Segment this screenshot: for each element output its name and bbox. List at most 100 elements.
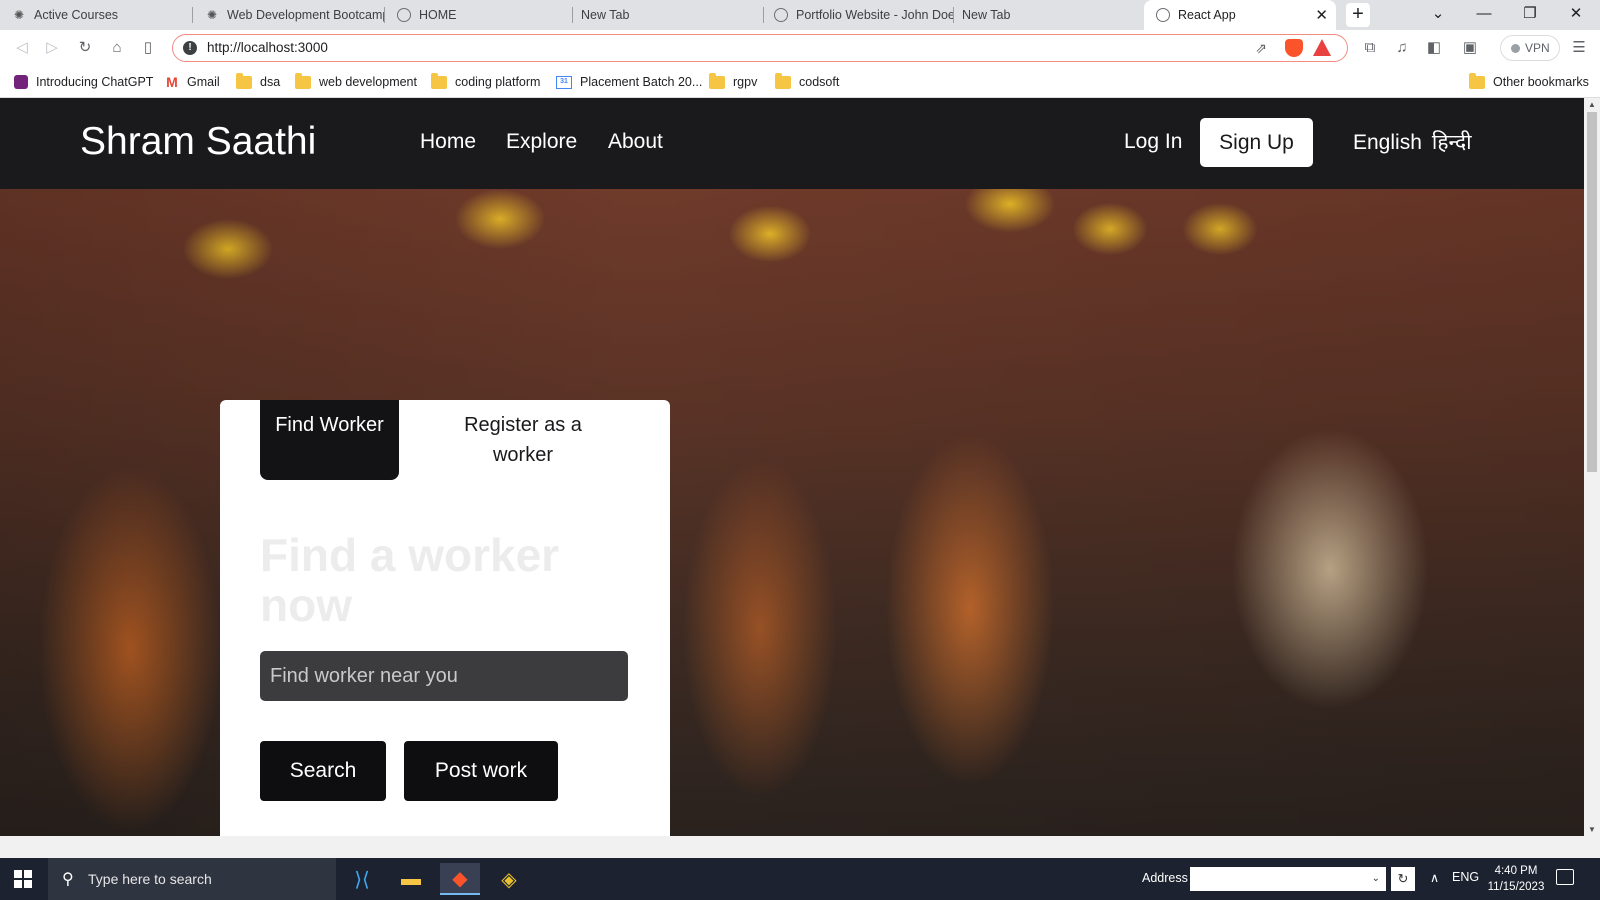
taskbar-search-placeholder: Type here to search [88,871,212,887]
post-work-button[interactable]: Post work [404,741,558,801]
folder-icon [295,72,311,89]
home-icon[interactable]: ⌂ [107,38,127,58]
bookmark-icon[interactable]: ▯ [138,38,158,58]
reload-icon[interactable]: ↻ [75,38,95,58]
gmail-icon: M [166,74,178,90]
browser-tab[interactable]: New Tab [573,0,764,30]
bookmark-item[interactable]: 31 Placement Batch 20... [556,66,702,98]
globe-icon [1156,8,1170,22]
tab-find-worker[interactable]: Find Worker [260,400,399,480]
bookmark-label: dsa [260,75,281,89]
chatgpt-icon [14,75,28,89]
nav-link-explore[interactable]: Explore [506,130,577,154]
tab-label: Portfolio Website - John Doe [796,8,954,22]
language-switcher: English हिन्दी [1353,128,1482,156]
login-link[interactable]: Log In [1124,130,1182,154]
brave-rewards-icon[interactable] [1313,39,1331,56]
search-button[interactable]: Search [260,741,386,801]
browser-tab[interactable]: Portfolio Website - John Doe [764,0,954,30]
globe-icon [774,8,788,22]
bookmark-item[interactable]: M Gmail [165,66,220,98]
scroll-down-icon[interactable]: ▼ [1588,825,1596,834]
restore-icon[interactable]: ❐ [1508,0,1552,30]
taskbar-clock[interactable]: 4:40 PM 11/15/2023 [1484,863,1548,895]
other-bookmarks[interactable]: Other bookmarks [1469,66,1589,98]
find-worker-card: Find Worker Register as a worker Find a … [220,400,670,836]
page-viewport: Shram Saathi Home Explore About Log In S… [0,98,1584,836]
nav-link-about[interactable]: About [608,130,663,154]
taskbar-search-box[interactable]: ⚲ Type here to search [48,858,336,900]
share-icon[interactable]: ⇗ [1255,40,1267,57]
brave-shields-icon[interactable] [1285,39,1303,57]
minimize-icon[interactable]: — [1462,0,1506,30]
clock-date: 11/15/2023 [1487,881,1545,893]
media-icon[interactable]: ♫ [1392,38,1412,58]
bookmark-item[interactable]: Introducing ChatGPT [14,66,153,98]
browser-tab[interactable]: ✺ Web Development Bootcamp [193,0,385,30]
bookmarks-bar: Introducing ChatGPT M Gmail dsa web deve… [0,66,1600,98]
tab-label: Active Courses [34,8,119,22]
git-app-icon[interactable]: ◈ [489,863,529,895]
close-window-icon[interactable]: ✕ [1554,0,1598,30]
globe-icon [397,8,411,22]
back-icon[interactable]: ◁ [12,38,32,58]
bookmark-item[interactable]: rgpv [709,66,757,98]
windows-start-icon[interactable] [14,870,32,888]
input-language[interactable]: ENG [1452,870,1479,884]
tab-label: HOME [419,8,457,22]
vpn-status-icon [1511,44,1520,53]
menu-icon[interactable]: ☰ [1569,38,1589,58]
clock-time: 4:40 PM [1494,865,1538,877]
scroll-up-icon[interactable]: ▲ [1588,100,1596,109]
vpn-button[interactable]: VPN [1500,35,1560,61]
browser-tab-strip: ✺ Active Courses ✺ Web Development Bootc… [0,0,1600,30]
tray-chevron-icon[interactable]: ∧ [1430,870,1439,885]
wallet-icon[interactable]: ▣ [1460,38,1480,58]
folder-icon [1469,72,1485,89]
sidebar-icon[interactable]: ◧ [1424,38,1444,58]
bookmark-label: web development [319,75,417,89]
brand-logo[interactable]: Shram Saathi [80,120,316,164]
browser-tab-active[interactable]: React App ✕ [1144,0,1336,30]
web-icon: ✺ [13,8,25,22]
browser-tab[interactable]: New Tab [954,0,1144,30]
browser-tab[interactable]: ✺ Active Courses [0,0,193,30]
bookmark-label: Introducing ChatGPT [36,75,154,89]
vpn-label: VPN [1525,41,1550,55]
tab-register-worker[interactable]: Register as a worker [448,410,598,470]
folder-icon [431,72,447,89]
worker-search-input[interactable] [260,651,628,701]
close-tab-icon[interactable]: ✕ [1315,6,1328,24]
lang-hindi[interactable]: हिन्दी [1432,130,1472,154]
notification-icon[interactable] [1556,869,1574,885]
brave-browser-icon[interactable]: ◆ [440,863,480,895]
vscode-icon[interactable]: ⟩⟨ [342,863,382,895]
address-toolbar-input[interactable]: ⌄ [1190,867,1386,891]
tab-label: Web Development Bootcamp [227,8,385,22]
signup-button[interactable]: Sign Up [1200,118,1313,167]
scrollbar-thumb[interactable] [1587,112,1597,472]
vertical-scrollbar[interactable]: ▲ ▼ [1584,98,1600,836]
bookmark-label: coding platform [455,75,541,89]
calendar-icon: 31 [556,75,572,89]
browser-tab[interactable]: HOME [385,0,573,30]
extensions-icon[interactable]: ⧉ [1360,38,1380,58]
tab-label: New Tab [581,8,630,22]
bookmark-item[interactable]: coding platform [431,66,540,98]
tab-search-chevron-icon[interactable]: ⌄ [1416,0,1460,30]
new-tab-button[interactable]: + [1346,3,1370,27]
tab-label: React App [1178,8,1236,22]
bookmark-item[interactable]: web development [295,66,417,98]
site-info-icon[interactable]: ! [183,41,197,55]
url-text[interactable]: http://localhost:3000 [207,35,328,61]
file-explorer-icon[interactable]: ▬ [391,863,431,895]
nav-link-home[interactable]: Home [420,130,476,154]
folder-icon [775,72,791,89]
folder-icon [709,72,725,89]
address-bar[interactable]: ! http://localhost:3000 ⇗ [172,34,1348,62]
address-refresh-icon[interactable]: ↻ [1391,867,1415,891]
lang-english[interactable]: English [1353,131,1422,154]
forward-icon[interactable]: ▷ [42,38,62,58]
bookmark-item[interactable]: codsoft [775,66,839,98]
bookmark-item[interactable]: dsa [236,66,280,98]
